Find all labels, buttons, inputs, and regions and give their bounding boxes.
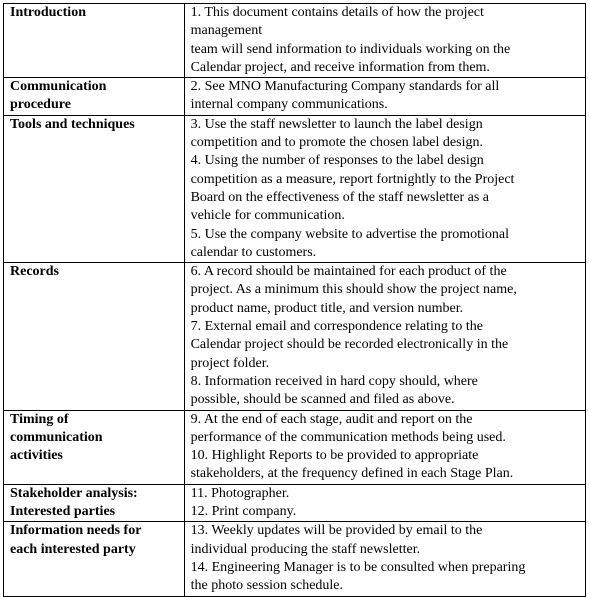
row-content-cell: 6. A record should be maintained for eac… bbox=[183, 262, 587, 411]
row-label-line: Introduction bbox=[10, 5, 86, 20]
row-content-line: 9. At the end of each stage, audit and r… bbox=[190, 411, 473, 427]
row-label-line: procedure bbox=[10, 97, 71, 113]
row-content-line: 7. External email and correspondence rel… bbox=[190, 319, 483, 335]
row-label-line: communication bbox=[10, 429, 103, 445]
row-label-line: each interested party bbox=[10, 541, 136, 557]
row-label-cell: Tools and techniques bbox=[3, 114, 185, 264]
row-content-line: 2. See MNO Manufacturing Company standar… bbox=[190, 79, 500, 95]
row-label-cell: Stakeholder analysis: Interested parties bbox=[3, 483, 185, 523]
row-label-cell: Communication procedure bbox=[3, 77, 185, 116]
row-label-cell: Timing of communication activities bbox=[3, 409, 185, 485]
row-label-cell: Introduction bbox=[3, 2, 185, 79]
row-content-line: product name, product title, and version… bbox=[190, 300, 464, 316]
table-row-tools-and-techniques: Tools and techniques 3. Use the staff new… bbox=[3, 114, 587, 264]
table-row-introduction: Introduction 1. This document contains de… bbox=[3, 2, 587, 79]
row-content-line: 13. Weekly updates will be provided by e… bbox=[190, 523, 483, 539]
table-row-records: Records 6. A record should be maintained … bbox=[3, 262, 587, 411]
row-content-cell: 9. At the end of each stage, audit and r… bbox=[183, 409, 587, 485]
row-content-line: 10. Highlight Reports to be provided to … bbox=[190, 448, 479, 464]
row-content-line: 11. Photographer. bbox=[190, 485, 290, 501]
row-content-line: Calendar project, and receive informatio… bbox=[190, 59, 490, 75]
table-row-communication-procedure: Communication procedure 2. See MNO Manufac… bbox=[3, 77, 587, 116]
row-content-line: team will send information to individual… bbox=[190, 41, 511, 57]
table-body: Introduction 1. This document contains de… bbox=[3, 2, 587, 597]
row-content-line: possible, should be scanned and filed as… bbox=[190, 392, 455, 408]
row-label-line: Tools and techniques bbox=[10, 116, 135, 132]
row-label-line: Timing of bbox=[10, 411, 69, 427]
row-content-line: internal company communications. bbox=[190, 97, 388, 113]
row-content-line: 8. Information received in hard copy sho… bbox=[190, 373, 478, 389]
row-content-line: calendar to customers. bbox=[190, 244, 317, 260]
row-content-line: competition and to promote the chosen la… bbox=[190, 135, 483, 151]
row-content-cell: 2. See MNO Manufacturing Company standar… bbox=[183, 77, 587, 116]
row-content-line: individual producing the staff newslette… bbox=[190, 541, 421, 557]
row-content-line: performance of the communication methods… bbox=[190, 429, 506, 445]
row-label-line: Communication bbox=[10, 79, 107, 95]
row-content-line: 4. Using the number of responses to the … bbox=[190, 153, 484, 169]
row-content-line: competition as a measure, report fortnig… bbox=[190, 171, 515, 187]
row-content-cell: 1. This document contains details of how… bbox=[183, 2, 587, 79]
table-row-information-needs: Information needs for each interested par… bbox=[3, 521, 587, 597]
row-label-line: Information needs for bbox=[10, 523, 142, 539]
table-row-timing-of-communication-activities: Timing of communication activities 9. At th… bbox=[3, 409, 587, 485]
row-content-line: the photo session schedule. bbox=[190, 578, 344, 594]
row-label-line: Interested parties bbox=[10, 504, 116, 520]
row-content-cell: 13. Weekly updates will be provided by e… bbox=[183, 521, 587, 597]
row-label-line: Stakeholder analysis: bbox=[10, 485, 138, 501]
row-label-cell: Records bbox=[3, 262, 185, 411]
row-content-line: project folder. bbox=[190, 355, 270, 371]
row-content-cell: 11. Photographer. 12. Print company. bbox=[183, 483, 587, 523]
table-row-stakeholder-analysis: Stakeholder analysis: Interested parties 1… bbox=[3, 483, 587, 523]
row-label-line: activities bbox=[10, 448, 63, 464]
row-content-line: management bbox=[190, 23, 263, 39]
row-content-line: vehicle for communication. bbox=[190, 208, 345, 224]
row-content-line: 6. A record should be maintained for eac… bbox=[190, 264, 507, 280]
row-content-line: 1. This document contains details of how… bbox=[190, 5, 484, 20]
row-content-line: 3. Use the staff newsletter to launch th… bbox=[190, 116, 483, 132]
row-content-cell: 3. Use the staff newsletter to launch th… bbox=[183, 114, 587, 264]
row-label-cell: Information needs for each interested par… bbox=[3, 521, 185, 597]
row-content-line: 12. Print company. bbox=[190, 504, 297, 520]
row-content-line: stakeholders, at the frequency defined i… bbox=[190, 466, 514, 482]
row-content-line: Board on the effectiveness of the staff … bbox=[190, 189, 490, 205]
communication-management-table: Introduction 1. This document contains de… bbox=[3, 2, 587, 597]
row-label-line: Records bbox=[10, 264, 59, 280]
row-content-line: Calendar project should be recorded elec… bbox=[190, 337, 509, 353]
row-content-line: 5. Use the company website to advertise … bbox=[190, 226, 510, 242]
row-content-line: 14. Engineering Manager is to be consult… bbox=[190, 559, 526, 575]
row-content-line: project. As a minimum this should show t… bbox=[190, 282, 517, 298]
